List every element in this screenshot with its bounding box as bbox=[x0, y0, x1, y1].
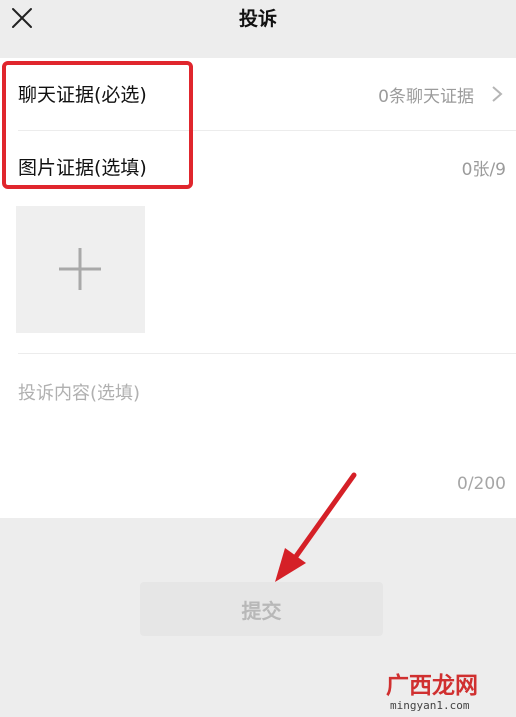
watermark-url: mingyan1.com bbox=[390, 699, 470, 712]
complaint-content-input[interactable] bbox=[0, 365, 516, 473]
image-evidence-count: 0张/9 bbox=[461, 160, 506, 180]
char-counter: 0/200 bbox=[457, 474, 506, 494]
page-title: 投诉 bbox=[238, 8, 277, 30]
watermark-text: 广西龙网 bbox=[386, 673, 478, 699]
section-divider bbox=[18, 353, 516, 354]
submit-button[interactable]: 提交 bbox=[140, 582, 383, 636]
plus-icon bbox=[59, 248, 101, 290]
header-bar: 投诉 bbox=[0, 0, 516, 46]
highlight-box bbox=[2, 61, 193, 189]
watermark-logo: 广西龙网 mingyan1.com bbox=[386, 672, 512, 712]
add-image-button[interactable] bbox=[16, 206, 145, 333]
chevron-right-icon bbox=[492, 86, 503, 102]
chat-evidence-value: 0条聊天证据 bbox=[378, 87, 474, 107]
